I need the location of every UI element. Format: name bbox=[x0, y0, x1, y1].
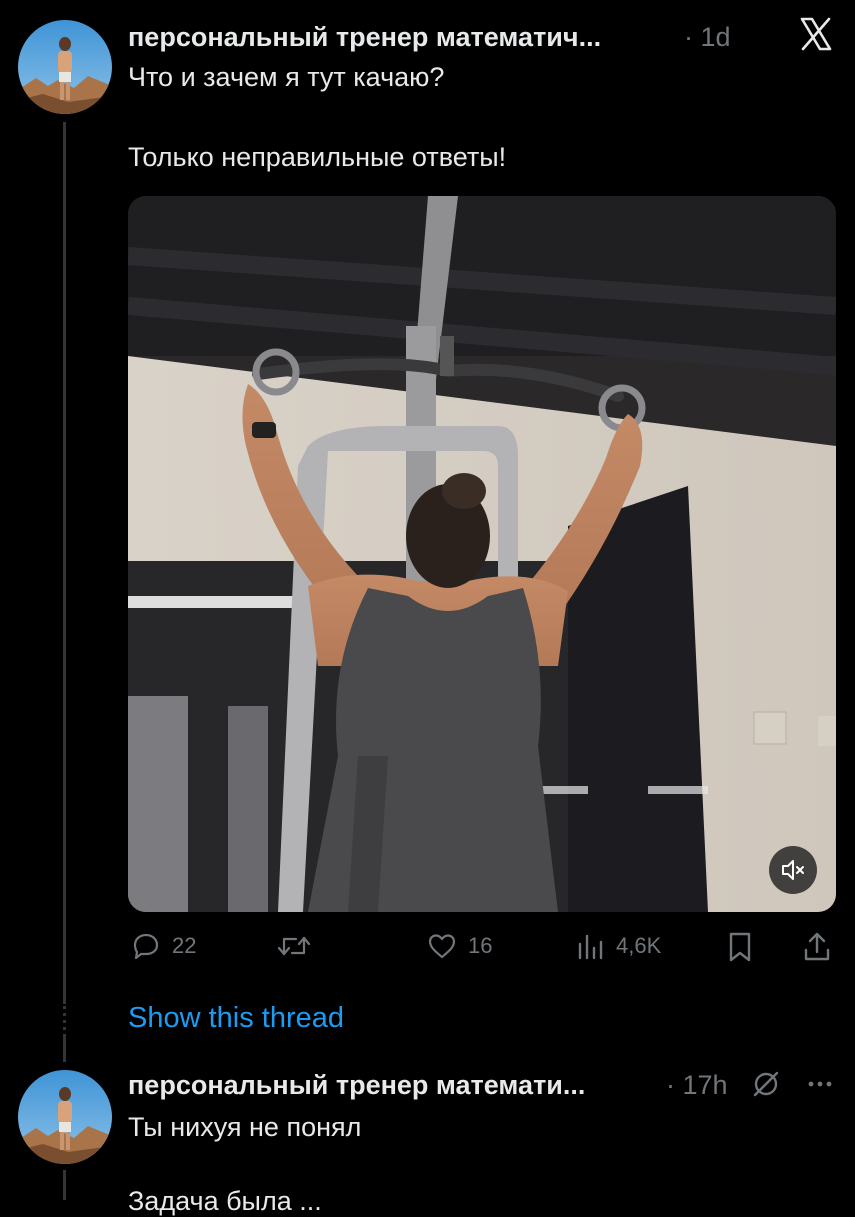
close-button[interactable] bbox=[798, 16, 834, 52]
thread-dots bbox=[63, 1006, 66, 1030]
tweet-timestamp[interactable]: · 1d bbox=[684, 22, 731, 53]
grok-icon bbox=[753, 1071, 779, 1097]
bookmark-button[interactable] bbox=[726, 930, 754, 964]
views-button[interactable]: 4,6K bbox=[576, 930, 661, 962]
more-button[interactable] bbox=[804, 1068, 836, 1100]
tweet-text-line: Только неправильные ответы! bbox=[128, 142, 507, 172]
retweet-icon bbox=[277, 936, 311, 956]
avatar[interactable] bbox=[18, 20, 112, 114]
bookmark-icon bbox=[729, 932, 751, 962]
heart-icon bbox=[428, 934, 456, 959]
reply-icon bbox=[133, 933, 159, 960]
share-button[interactable] bbox=[802, 930, 832, 964]
views-icon bbox=[578, 934, 603, 960]
mute-button[interactable] bbox=[769, 846, 817, 894]
x-close-icon bbox=[800, 17, 832, 51]
reply-timestamp[interactable]: · 17h bbox=[666, 1070, 728, 1101]
grok-button[interactable] bbox=[750, 1068, 782, 1100]
share-icon bbox=[804, 932, 830, 961]
more-icon bbox=[808, 1081, 832, 1087]
retweet-button[interactable] bbox=[276, 930, 312, 962]
speaker-muted-icon bbox=[782, 860, 804, 880]
author-name[interactable]: персональный тренер математич... bbox=[128, 22, 601, 53]
reply-button[interactable]: 22 bbox=[130, 930, 196, 962]
reply-avatar[interactable] bbox=[18, 1070, 112, 1164]
reply-text-line: Задача была ... bbox=[128, 1186, 322, 1216]
views-count: 4,6K bbox=[616, 933, 662, 958]
reply-count: 22 bbox=[172, 933, 197, 958]
reply-author-name[interactable]: персональный тренер математи... bbox=[128, 1070, 585, 1101]
thread-line bbox=[63, 122, 66, 1004]
like-button[interactable]: 16 bbox=[426, 930, 492, 962]
show-thread-link[interactable]: Show this thread bbox=[128, 1002, 344, 1035]
tweet-text-line: Что и зачем я тут качаю? bbox=[128, 62, 445, 92]
thread-line-lower bbox=[63, 1034, 66, 1062]
like-count: 16 bbox=[468, 933, 493, 958]
thread-line-bottom bbox=[63, 1170, 66, 1200]
reply-text-line: Ты нихуя не понял bbox=[128, 1112, 362, 1142]
tweet-video[interactable] bbox=[128, 196, 836, 912]
